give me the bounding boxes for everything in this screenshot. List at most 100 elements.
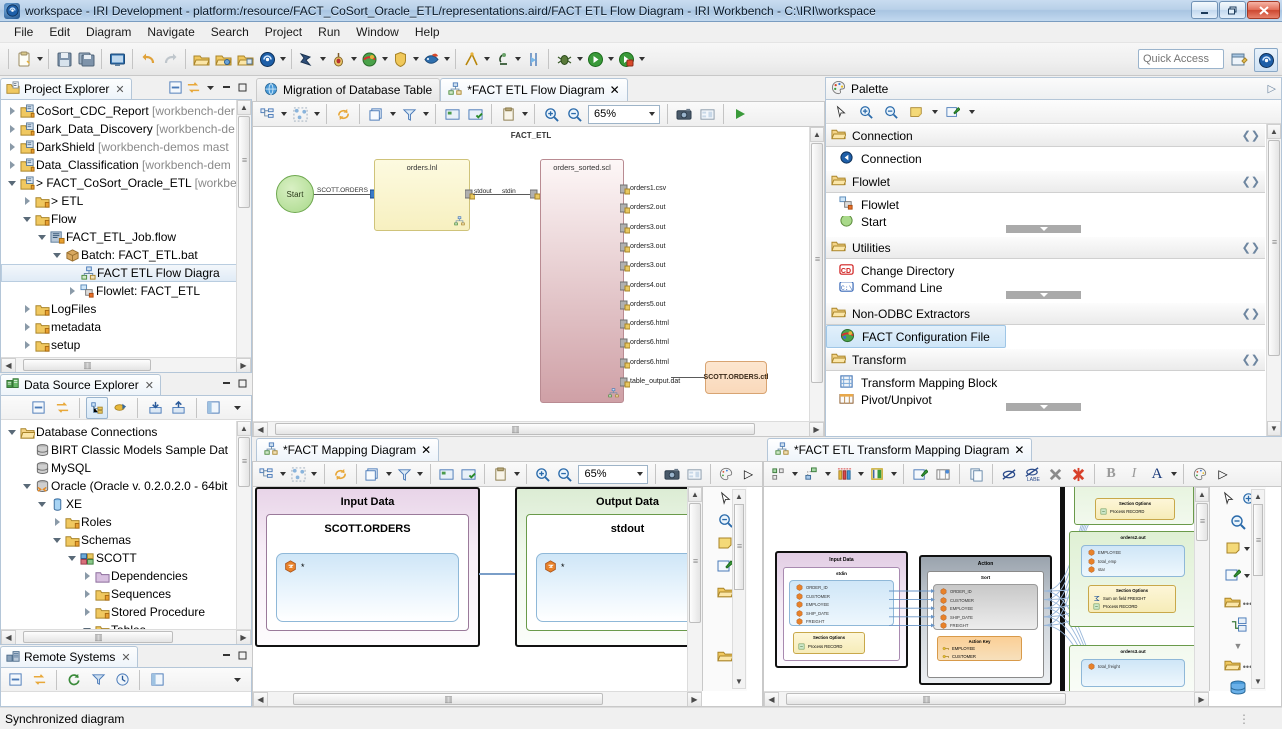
link-icon[interactable]	[51, 397, 73, 419]
palette-group-header[interactable]: Utilities❮❯	[826, 236, 1265, 259]
scroll-thumb[interactable]: ≡	[1196, 503, 1208, 541]
run-secure-dropdown-icon[interactable]	[637, 48, 646, 70]
mapping-field-row[interactable]: FREIGHT	[940, 622, 968, 629]
filter-icon[interactable]	[394, 463, 415, 485]
scroll-up-icon[interactable]: ▲	[733, 490, 745, 503]
align-dropdown-icon[interactable]	[790, 463, 799, 485]
show-hide-icon[interactable]	[436, 463, 457, 485]
zoom-in-icon[interactable]	[532, 463, 553, 485]
properties-icon[interactable]	[203, 397, 225, 419]
new-diagram-icon[interactable]	[932, 463, 954, 485]
palette-item[interactable]: Transform Mapping Block	[826, 371, 1265, 394]
layer-dropdown-icon[interactable]	[384, 463, 393, 485]
close-icon[interactable]: ✕	[121, 651, 130, 664]
flow-canvas-hscrollbar[interactable]: ◀ ▥ ▶	[253, 421, 824, 436]
hide-icon[interactable]	[998, 463, 1020, 485]
flow-output-port[interactable]	[620, 242, 630, 256]
tree-item[interactable]: Schemas	[1, 531, 251, 549]
hide-label-icon[interactable]: LABEL	[1021, 463, 1043, 485]
scroll-thumb[interactable]: ≡	[689, 503, 701, 623]
mapping-dropdown-icon[interactable]	[889, 463, 898, 485]
collapsed-arrow-icon[interactable]	[5, 143, 19, 151]
mapping-output-block[interactable]: Output Data stdout *	[515, 487, 702, 647]
fish-dropdown-icon[interactable]	[442, 48, 451, 70]
scroll-thumb[interactable]: ≡	[1268, 140, 1280, 356]
bug-icon[interactable]	[553, 48, 575, 70]
palette-group-header[interactable]: Flowlet❮❯	[826, 170, 1265, 193]
project-explorer-hscrollbar[interactable]: ◀ ▥ ▶	[1, 357, 251, 372]
chevron-down-icon[interactable]	[647, 103, 656, 125]
menu-item-help[interactable]: Help	[407, 23, 448, 41]
tree-item[interactable]: Sequences	[1, 585, 251, 603]
collapsed-arrow-icon[interactable]	[5, 107, 19, 115]
mapping-field-row[interactable]: star	[1088, 566, 1105, 573]
scroll-right-icon[interactable]: ▶	[1194, 692, 1209, 707]
expanded-arrow-icon[interactable]	[35, 502, 49, 507]
menu-item-window[interactable]: Window	[348, 23, 407, 41]
flow-output-port[interactable]	[620, 223, 630, 237]
open-folder-1-icon[interactable]	[190, 48, 212, 70]
tree-item[interactable]: metadata	[1, 318, 251, 336]
arrange-all-dropdown-icon[interactable]	[278, 463, 287, 485]
expanded-arrow-icon[interactable]	[35, 235, 49, 240]
mapping-icon[interactable]	[866, 463, 888, 485]
select-icon[interactable]	[288, 463, 309, 485]
select-dropdown-icon[interactable]	[312, 103, 321, 125]
iri-perspective-icon[interactable]	[1254, 48, 1278, 72]
maximize-icon[interactable]	[236, 377, 249, 393]
scroll-up-icon[interactable]: ▲	[810, 127, 824, 142]
filter-icon[interactable]	[87, 669, 109, 691]
mapping-field-row[interactable]: FREIGHT	[796, 618, 824, 625]
tab-fact-etl-flow-diagram[interactable]: *FACT ETL Flow Diagram ✕	[440, 78, 627, 101]
data-source-explorer-tree[interactable]: Database ConnectionsBIRT Classic Models …	[1, 421, 251, 644]
mapping-diagram-canvas[interactable]: Input Data SCOTT.ORDERS *	[252, 486, 763, 707]
collapsed-arrow-icon[interactable]	[80, 608, 94, 616]
tree-item[interactable]: > FACT_CoSort_Oracle_ETL [workber	[1, 174, 251, 192]
data-classification-icon[interactable]	[358, 48, 380, 70]
show-tree-icon[interactable]	[86, 397, 108, 419]
palette-icon[interactable]	[716, 463, 737, 485]
distribute-dropdown-icon[interactable]	[823, 463, 832, 485]
tree-item[interactable]: DarkShield [workbench-demos mast	[1, 138, 251, 156]
layout-icon[interactable]	[683, 463, 704, 485]
capture-icon[interactable]	[673, 103, 695, 125]
input-section-options[interactable]: Section OptionsProcess RECORD	[793, 632, 865, 654]
shield-icon[interactable]	[389, 48, 411, 70]
delete-icon[interactable]	[1044, 463, 1066, 485]
run-dropdown-icon[interactable]	[606, 48, 615, 70]
expanded-arrow-icon[interactable]	[50, 253, 64, 258]
input-source-box[interactable]: SCOTT.ORDERS *	[266, 514, 469, 631]
flow-output-port[interactable]	[620, 338, 630, 352]
output-target-box[interactable]: stdout *	[526, 514, 702, 631]
new-wizard-icon[interactable]	[13, 48, 35, 70]
bug-dropdown-icon[interactable]	[575, 48, 584, 70]
collapse-drawer-icon[interactable]	[1006, 403, 1081, 411]
run-icon[interactable]	[584, 48, 606, 70]
resize-grip[interactable]: ⋮	[1238, 712, 1252, 726]
scroll-up-icon[interactable]: ▲	[1252, 490, 1264, 503]
italic-icon[interactable]: I	[1123, 463, 1145, 485]
close-icon[interactable]: ✕	[115, 83, 124, 96]
expanded-arrow-icon[interactable]	[20, 217, 34, 222]
scroll-thumb[interactable]: ≡	[734, 504, 744, 590]
note-icon[interactable]	[717, 535, 733, 554]
paste-icon[interactable]	[497, 103, 519, 125]
collapsed-arrow-icon[interactable]	[20, 305, 34, 313]
palette-group-header[interactable]: Transform❮❯	[826, 348, 1265, 371]
tree-item[interactable]: > ETL	[1, 192, 251, 210]
scroll-thumb[interactable]: ≡	[238, 437, 250, 487]
mapping-diagram-content[interactable]: Input Data SCOTT.ORDERS *	[253, 487, 702, 691]
tree-item[interactable]: Roles	[1, 513, 251, 531]
transform-diagram-content[interactable]: Input DatastdinORDER_IDCUSTOMEREMPLOYEES…	[764, 487, 1209, 691]
zoom-out-icon[interactable]	[554, 463, 575, 485]
scroll-left-icon[interactable]: ◀	[1, 630, 16, 645]
palette-item[interactable]: CDChange Directory	[826, 259, 1265, 282]
paste-dropdown-icon[interactable]	[520, 103, 529, 125]
project-explorer-tree[interactable]: CoSort_CDC_Report [workbench-derDark_Dat…	[1, 100, 251, 372]
layer-icon[interactable]	[362, 463, 383, 485]
filter-icon[interactable]	[398, 103, 420, 125]
scroll-thumb[interactable]: ≡	[1253, 504, 1263, 576]
palette-vscrollbar[interactable]: ▲ ≡ ▼	[1266, 124, 1281, 436]
collapse-drawer-icon[interactable]	[1006, 225, 1081, 233]
note-dropdown-icon[interactable]	[930, 101, 939, 123]
